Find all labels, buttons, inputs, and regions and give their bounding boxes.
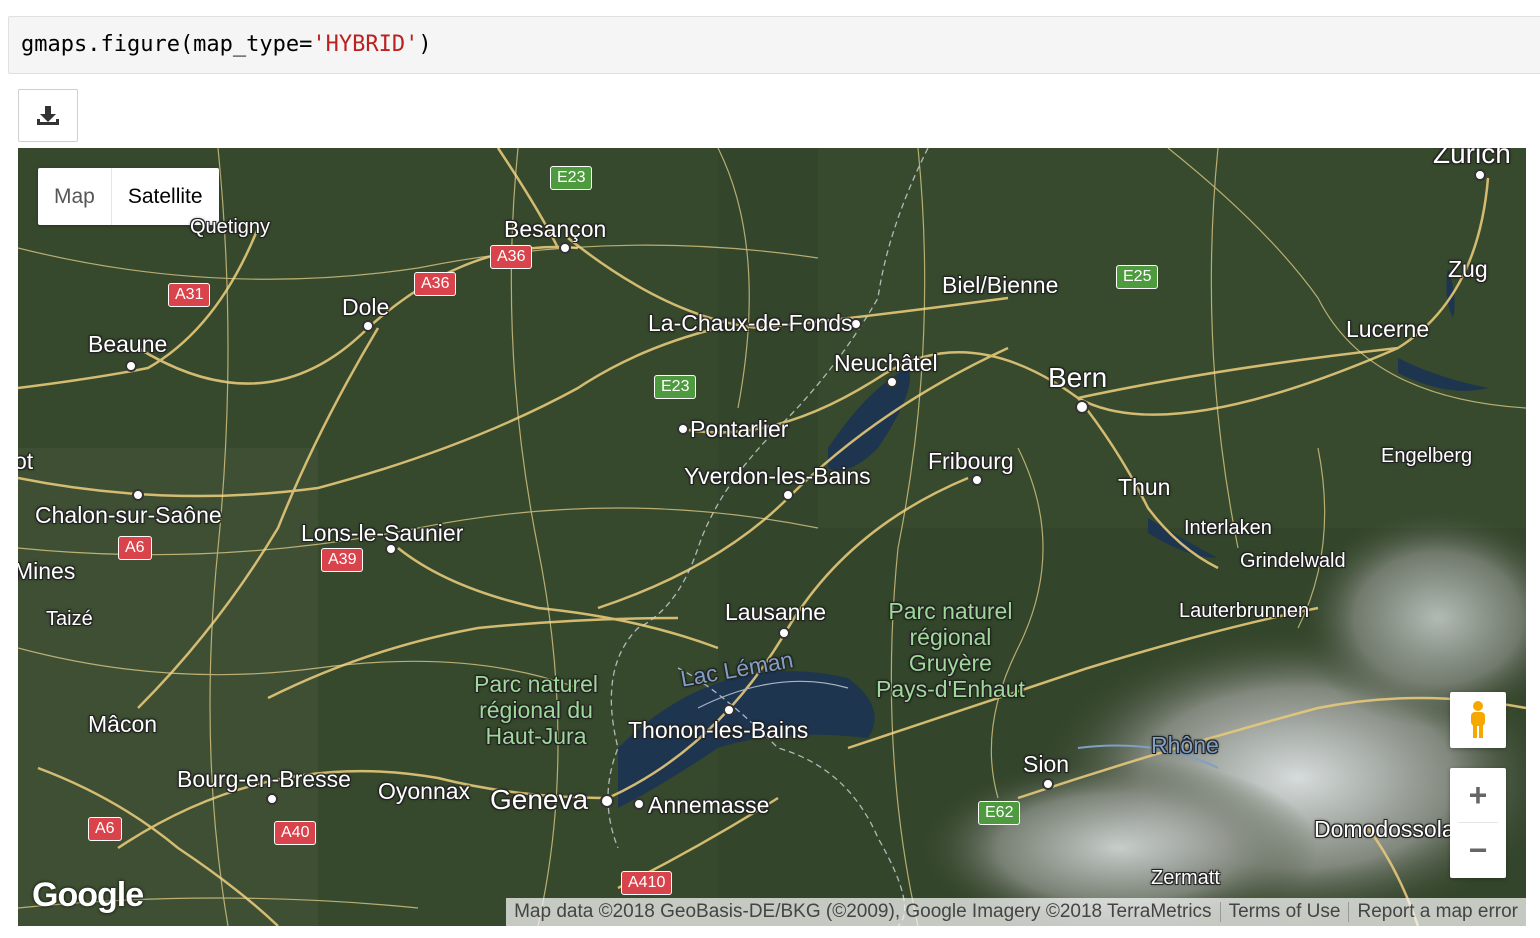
city-label: Oyonnax	[378, 778, 471, 804]
road-shield: A410	[621, 871, 673, 895]
city-marker	[633, 798, 645, 810]
city-label: Thun	[1118, 474, 1171, 500]
code-prefix: gmaps.figure(map_type=	[21, 32, 313, 57]
city-marker	[266, 793, 278, 805]
city-label: Interlaken	[1184, 517, 1272, 539]
city-label: Geneva	[490, 784, 589, 815]
pegman-icon	[1471, 701, 1485, 738]
road-shield: E23	[550, 166, 593, 190]
city-label: Zermatt	[1151, 867, 1220, 889]
attribution-bar: Map data ©2018 GeoBasis-DE/BKG (©2009), …	[506, 898, 1526, 926]
google-logo: Google	[32, 876, 144, 914]
street-view-pegman-button[interactable]	[1450, 692, 1506, 748]
city-label: Lucerne	[1346, 316, 1430, 342]
city-label: Yverdon-les-Bains	[684, 463, 871, 489]
road-shield: A39	[321, 548, 364, 572]
city-label: La-Chaux-de-Fonds	[648, 310, 853, 336]
zoom-out-button[interactable]: −	[1450, 823, 1506, 877]
city-label: Annemasse	[648, 792, 770, 818]
city-label: Bourg-en-Bresse	[177, 766, 351, 792]
road-shield: A31	[168, 283, 211, 307]
city-marker	[559, 242, 571, 254]
city-label: Fribourg	[928, 448, 1014, 474]
city-marker	[132, 489, 144, 501]
terms-of-use-link[interactable]: Terms of Use	[1221, 901, 1349, 923]
city-label: Beaune	[88, 331, 168, 357]
city-marker	[782, 489, 794, 501]
city-label: Engelberg	[1381, 445, 1473, 467]
city-label: Mines	[18, 558, 76, 584]
park-label: Parc naturel régional du Haut-Jura	[474, 671, 599, 749]
code-line: gmaps.figure(map_type='HYBRID')	[21, 32, 432, 57]
zoom-in-button[interactable]: +	[1450, 768, 1506, 822]
download-button[interactable]	[18, 89, 78, 142]
city-marker	[362, 320, 374, 332]
map-type-map-button[interactable]: Map	[38, 168, 111, 225]
map-data-attribution: Map data ©2018 GeoBasis-DE/BKG (©2009), …	[514, 901, 1212, 922]
city-label: ot	[18, 448, 34, 474]
map-canvas[interactable]: Map Satellite E23 A36 A31 A36 E25 E23 A6…	[18, 148, 1526, 926]
city-marker	[778, 627, 790, 639]
download-icon	[37, 105, 59, 125]
city-marker	[1042, 778, 1054, 790]
city-label: Thonon-les-Bains	[628, 717, 809, 743]
city-marker	[886, 376, 898, 388]
road-shield: E62	[978, 801, 1021, 825]
city-marker	[1075, 400, 1089, 414]
city-marker	[723, 704, 735, 716]
city-label: Zurich	[1433, 148, 1511, 169]
park-label: Parc naturel régional Gruyère Pays-d'Enh…	[876, 598, 1025, 702]
road-shield: A6	[88, 817, 122, 841]
city-label: Sion	[1023, 751, 1070, 777]
city-label: Chalon-sur-Saône	[35, 502, 222, 528]
code-string: 'HYBRID'	[312, 32, 419, 57]
city-label: Mâcon	[88, 711, 158, 737]
city-label: Neuchâtel	[834, 350, 938, 376]
city-label: Taizé	[46, 608, 93, 630]
city-label: Domodossola	[1314, 816, 1455, 842]
road-shield: A36	[414, 272, 457, 296]
city-label: Pontarlier	[690, 416, 789, 442]
city-label: Dole	[342, 294, 390, 320]
city-label: Lauterbrunnen	[1179, 600, 1310, 622]
city-label: Biel/Bienne	[942, 272, 1059, 298]
city-label: Zug	[1448, 256, 1488, 282]
city-label: Besançon	[504, 216, 607, 242]
zoom-control: + −	[1450, 768, 1506, 878]
city-marker	[125, 360, 137, 372]
road-shield: E25	[1116, 265, 1159, 289]
code-cell[interactable]: gmaps.figure(map_type='HYBRID')	[8, 16, 1540, 74]
city-marker	[971, 474, 983, 486]
road-shield: A6	[118, 536, 152, 560]
road-shield: A36	[490, 245, 533, 269]
road-shield: E23	[654, 375, 697, 399]
report-map-error-link[interactable]: Report a map error	[1349, 901, 1526, 923]
water-label: Rhône	[1151, 732, 1219, 758]
city-marker	[600, 794, 614, 808]
code-suffix: )	[418, 32, 432, 57]
city-label: Lausanne	[725, 599, 827, 625]
city-marker	[677, 423, 689, 435]
city-label: Grindelwald	[1240, 550, 1346, 572]
city-marker	[1474, 169, 1486, 181]
city-label: Lons-le-Saunier	[301, 520, 464, 546]
road-shield: A40	[274, 821, 317, 845]
satellite-imagery	[18, 148, 1526, 926]
city-label: Quetigny	[190, 216, 271, 238]
city-label: Bern	[1048, 362, 1108, 393]
